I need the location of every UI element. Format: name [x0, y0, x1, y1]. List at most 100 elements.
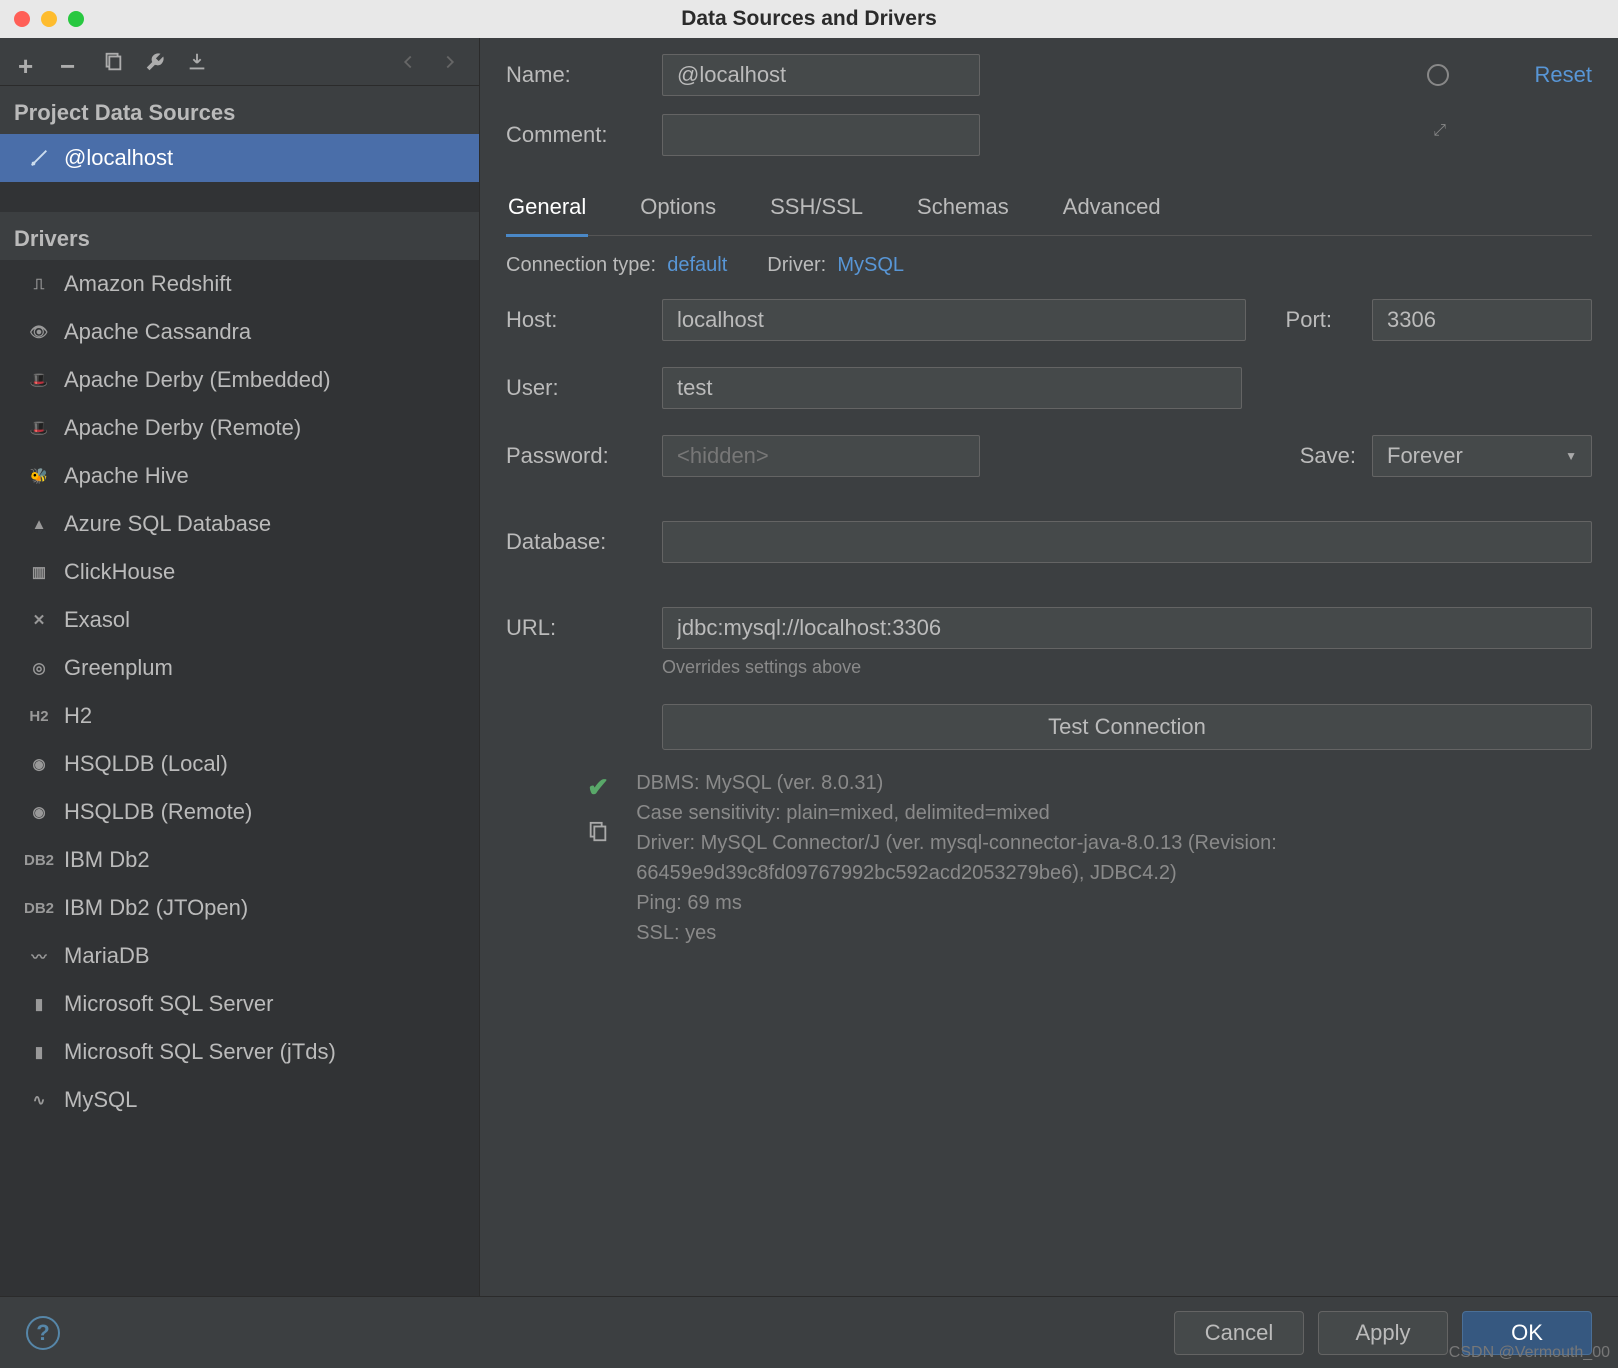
data-sources-window: Data Sources and Drivers + −: [0, 0, 1618, 1368]
user-input[interactable]: [662, 367, 1242, 409]
section-header-project: Project Data Sources: [0, 86, 479, 134]
save-label: Save:: [1300, 443, 1356, 469]
conn-type-value[interactable]: default: [667, 254, 727, 276]
driver-label: Apache Hive: [64, 463, 189, 489]
h2-icon: H2: [26, 703, 52, 729]
reset-link[interactable]: Reset: [1475, 62, 1592, 88]
sidebar: + − Project Data Sources: [0, 38, 480, 1296]
driver-item[interactable]: 🎩Apache Derby (Embedded): [0, 356, 479, 404]
tab-advanced[interactable]: Advanced: [1061, 184, 1163, 235]
apply-button[interactable]: Apply: [1318, 1311, 1448, 1355]
password-input[interactable]: [662, 435, 980, 477]
database-input[interactable]: [662, 521, 1592, 563]
driver-label: IBM Db2 (JTOpen): [64, 895, 248, 921]
comment-row: Comment: ⤢: [506, 114, 1592, 156]
greenplum-icon: ◎: [26, 655, 52, 681]
hsqldb-icon: ◉: [26, 799, 52, 825]
driver-label: Azure SQL Database: [64, 511, 271, 537]
cancel-button[interactable]: Cancel: [1174, 1311, 1304, 1355]
connection-type-line: Connection type: default Driver: MySQL: [506, 254, 1592, 277]
result-text: DBMS: MySQL (ver. 8.0.31) Case sensitivi…: [636, 768, 1592, 948]
driver-label: Greenplum: [64, 655, 173, 681]
expand-icon[interactable]: ⤢: [1433, 122, 1446, 140]
hive-icon: 🐝: [26, 463, 52, 489]
clickhouse-icon: ▥: [26, 559, 52, 585]
tab-general[interactable]: General: [506, 184, 588, 237]
driver-label: H2: [64, 703, 92, 729]
url-hint: Overrides settings above: [662, 657, 1592, 678]
driver-item[interactable]: DB2 IBM Db2 (JTOpen): [0, 884, 479, 932]
datasource-icon: [26, 145, 52, 171]
db2-icon: DB2: [26, 895, 52, 921]
driver-label: HSQLDB (Local): [64, 751, 228, 777]
driver-item[interactable]: 🎩 Apache Derby (Remote): [0, 404, 479, 452]
dialog-footer: ? Cancel Apply OK: [0, 1296, 1618, 1368]
driver-item[interactable]: ◉HSQLDB (Local): [0, 740, 479, 788]
url-input[interactable]: [662, 607, 1592, 649]
dialog-body: + − Project Data Sources: [0, 38, 1618, 1296]
comment-label: Comment:: [506, 122, 646, 148]
driver-value[interactable]: MySQL: [837, 254, 904, 276]
driver-label: Microsoft SQL Server: [64, 991, 273, 1017]
save-select[interactable]: Forever ▼: [1372, 435, 1592, 477]
editor-panel: Name: Reset Comment: ⤢ GeneralOptionsSSH…: [480, 38, 1618, 1296]
minimize-window-icon[interactable]: [41, 11, 57, 27]
driver-item[interactable]: ⎍Amazon Redshift: [0, 260, 479, 308]
driver-item[interactable]: ▲ Azure SQL Database: [0, 500, 479, 548]
wrench-icon[interactable]: [144, 51, 166, 73]
driver-label: Apache Derby (Remote): [64, 415, 301, 441]
tab-ssh-ssl[interactable]: SSH/SSL: [768, 184, 865, 235]
help-icon[interactable]: ?: [26, 1316, 60, 1350]
mssql-icon: ▮: [26, 991, 52, 1017]
copy-result-icon[interactable]: [587, 821, 609, 848]
section-header-drivers: Drivers: [0, 212, 479, 260]
conn-type-label: Connection type:: [506, 254, 656, 276]
test-connection-button[interactable]: Test Connection: [662, 704, 1592, 750]
driver-label: HSQLDB (Remote): [64, 799, 252, 825]
close-window-icon[interactable]: [14, 11, 30, 27]
chevron-down-icon: ▼: [1565, 449, 1577, 463]
color-indicator-icon[interactable]: [1427, 64, 1449, 86]
mariadb-icon: 〰: [26, 943, 52, 969]
host-input[interactable]: [662, 299, 1246, 341]
driver-label: MySQL: [64, 1087, 137, 1113]
driver-item[interactable]: ◉ HSQLDB (Remote): [0, 788, 479, 836]
data-source-item[interactable]: @localhost: [0, 134, 479, 182]
azure-icon: ▲: [26, 511, 52, 537]
forward-icon[interactable]: [439, 51, 461, 73]
import-icon[interactable]: [186, 51, 208, 73]
driver-item[interactable]: 〰MariaDB: [0, 932, 479, 980]
driver-item[interactable]: DB2IBM Db2: [0, 836, 479, 884]
driver-label: Driver:: [767, 254, 826, 276]
zoom-window-icon[interactable]: [68, 11, 84, 27]
driver-item[interactable]: ▮ Microsoft SQL Server: [0, 980, 479, 1028]
driver-label: Microsoft SQL Server (jTds): [64, 1039, 336, 1065]
driver-item[interactable]: ◎ Greenplum: [0, 644, 479, 692]
driver-item[interactable]: ∿MySQL: [0, 1076, 479, 1124]
driver-item[interactable]: ✕Exasol: [0, 596, 479, 644]
tab-schemas[interactable]: Schemas: [915, 184, 1011, 235]
driver-label: Amazon Redshift: [64, 271, 232, 297]
drivers-list: ⎍Amazon Redshift👁Apache Cassandra🎩Apache…: [0, 260, 479, 1124]
remove-icon[interactable]: −: [60, 51, 82, 73]
sidebar-toolbar: + −: [0, 38, 479, 86]
data-sources-tree: @localhost Drivers ⎍Amazon Redshift👁Apac…: [0, 134, 479, 1296]
derby-icon: 🎩: [26, 415, 52, 441]
add-icon[interactable]: +: [18, 51, 40, 73]
driver-item[interactable]: 👁Apache Cassandra: [0, 308, 479, 356]
driver-label: Apache Cassandra: [64, 319, 251, 345]
tab-options[interactable]: Options: [638, 184, 718, 235]
driver-item[interactable]: 🐝 Apache Hive: [0, 452, 479, 500]
watermark: CSDN @Vermouth_00: [1449, 1344, 1610, 1362]
exasol-icon: ✕: [26, 607, 52, 633]
comment-input[interactable]: [662, 114, 980, 156]
back-icon[interactable]: [397, 51, 419, 73]
host-label: Host:: [506, 307, 646, 333]
driver-item[interactable]: H2 H2: [0, 692, 479, 740]
port-label: Port:: [1286, 307, 1332, 333]
copy-icon[interactable]: [102, 51, 124, 73]
name-input[interactable]: [662, 54, 980, 96]
driver-item[interactable]: ▮Microsoft SQL Server (jTds): [0, 1028, 479, 1076]
driver-item[interactable]: ▥ClickHouse: [0, 548, 479, 596]
port-input[interactable]: [1372, 299, 1592, 341]
